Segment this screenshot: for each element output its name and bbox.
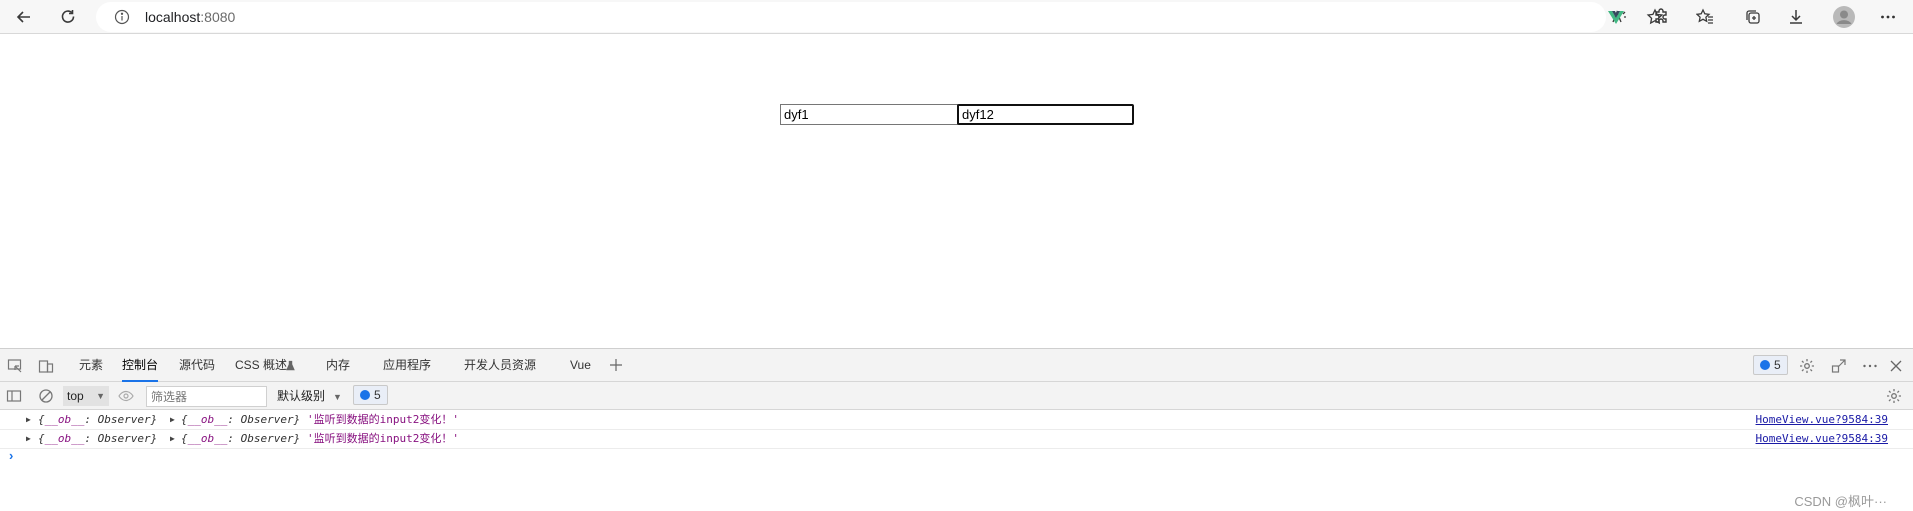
log-message: '监听到数据的input2变化！' [307, 413, 459, 426]
message-icon [360, 390, 370, 400]
tab-sources[interactable]: 源代码 [179, 349, 215, 382]
more-menu-icon[interactable] [1874, 3, 1902, 31]
tab-memory[interactable]: 内存 [326, 349, 350, 382]
console-prompt-icon[interactable]: › [9, 448, 13, 463]
devtools-panel: 元素 控制台 源代码 CSS 概述 内存 应用程序 开发人员资源 Vue 5 t… [0, 348, 1913, 511]
add-tab-icon[interactable] [607, 356, 625, 374]
extensions-icon[interactable] [1647, 3, 1675, 31]
message-icon [1760, 360, 1770, 370]
browser-toolbar: localhost:8080 [0, 0, 1913, 34]
input2-field[interactable] [957, 104, 1134, 125]
more-options-icon[interactable] [1861, 357, 1879, 375]
expand-triangle-icon[interactable]: ▶ [26, 411, 31, 429]
profile-avatar[interactable] [1830, 3, 1858, 31]
inspect-element-icon[interactable] [6, 357, 24, 375]
page-viewport [0, 35, 1913, 348]
connect-device-icon[interactable] [1830, 357, 1848, 375]
url-text: localhost:8080 [145, 9, 236, 25]
context-selector[interactable]: top ▼ [63, 386, 109, 406]
messages-count-badge[interactable]: 5 [1753, 355, 1788, 375]
expand-triangle-icon[interactable]: ▶ [170, 411, 175, 429]
chevron-down-icon: ▼ [333, 392, 342, 402]
tab-application[interactable]: 应用程序 [383, 349, 431, 382]
log-object[interactable]: {__ob__: Observer} [181, 430, 300, 448]
issues-count-badge[interactable]: 5 [353, 385, 388, 405]
devtools-tab-bar: 元素 控制台 源代码 CSS 概述 内存 应用程序 开发人员资源 Vue 5 [0, 349, 1913, 382]
tab-console[interactable]: 控制台 [122, 349, 159, 382]
expand-triangle-icon[interactable]: ▶ [26, 430, 31, 448]
site-info-icon[interactable] [114, 9, 130, 25]
sidebar-toggle-icon[interactable] [5, 387, 23, 405]
tab-elements[interactable]: 元素 [79, 349, 103, 382]
log-level-dropdown[interactable]: 默认级别 ▼ [277, 386, 342, 406]
favorites-icon[interactable] [1691, 3, 1719, 31]
tab-developer-resources[interactable]: 开发人员资源 [464, 349, 536, 382]
console-log-row[interactable]: ▶ {__ob__: Observer} ▶ {__ob__: Observer… [0, 430, 1913, 449]
console-settings-gear-icon[interactable] [1885, 387, 1903, 405]
tab-css-overview[interactable]: CSS 概述 [235, 349, 287, 382]
experiment-flask-icon [285, 357, 295, 375]
log-source-link[interactable]: HomeView.vue?9584:39 [1756, 411, 1888, 429]
log-source-link[interactable]: HomeView.vue?9584:39 [1756, 430, 1888, 448]
console-toolbar: top▼ 默认级别▼ 5 [0, 382, 1913, 410]
chevron-down-icon: ▼ [96, 391, 105, 401]
back-icon[interactable] [10, 3, 38, 31]
filter-input[interactable] [146, 386, 267, 407]
log-object[interactable]: {__ob__: Observer} [181, 411, 300, 429]
log-object[interactable]: {__ob__: Observer} [38, 430, 157, 448]
clear-console-icon[interactable] [37, 387, 55, 405]
vue-devtools-extension-icon[interactable] [1602, 3, 1630, 31]
close-devtools-icon[interactable] [1887, 357, 1905, 375]
refresh-icon[interactable] [54, 3, 82, 31]
settings-gear-icon[interactable] [1798, 357, 1816, 375]
device-emulation-icon[interactable] [37, 357, 55, 375]
live-expression-eye-icon[interactable] [117, 387, 135, 405]
collections-icon[interactable] [1739, 3, 1767, 31]
expand-triangle-icon[interactable]: ▶ [170, 430, 175, 448]
downloads-icon[interactable] [1782, 3, 1810, 31]
log-object[interactable]: {__ob__: Observer} [38, 411, 157, 429]
input1-field[interactable] [780, 104, 958, 125]
log-message: '监听到数据的input2变化！' [307, 432, 459, 445]
console-log-row[interactable]: ▶ {__ob__: Observer} ▶ {__ob__: Observer… [0, 411, 1913, 430]
watermark: CSDN @枫叶··· [1794, 494, 1887, 509]
tab-vue[interactable]: Vue [570, 349, 591, 382]
address-bar[interactable]: localhost:8080 [96, 2, 1664, 32]
